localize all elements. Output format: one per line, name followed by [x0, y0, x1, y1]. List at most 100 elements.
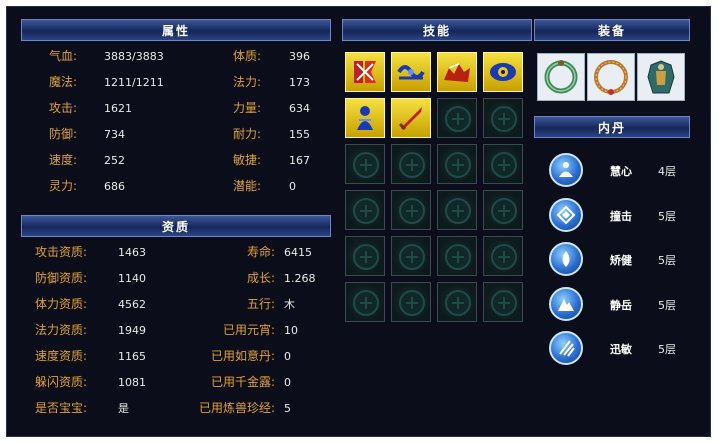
aptitude-label: 法力资质:	[35, 323, 88, 337]
aptitude-value-left: 1140	[118, 270, 146, 287]
attr-value: 3883/3883	[104, 50, 164, 63]
attr-value-right: 155	[289, 126, 310, 143]
attr-row-right: 敏捷:	[233, 152, 261, 168]
aptitude-label: 已用元宵:	[222, 323, 275, 337]
attr-value: 634	[289, 102, 310, 115]
attr-row-right: 潜能:	[233, 178, 261, 194]
aptitude-value-left: 1081	[118, 374, 146, 391]
aptitude-value: 1140	[118, 272, 146, 285]
empty-skill-slot	[345, 282, 385, 322]
inner-dan-level: 5层	[658, 343, 676, 356]
gold-necklace-icon[interactable]	[587, 53, 635, 101]
empty-skill-slot	[345, 144, 385, 184]
inner-dan-header: 内丹	[534, 116, 690, 138]
mountain-icon[interactable]	[549, 286, 583, 321]
aptitude-value: 4562	[118, 298, 146, 311]
aptitude-value-right: 1.268	[284, 270, 316, 287]
attr-value-right: 173	[289, 74, 310, 91]
aptitude-value: 6415	[284, 246, 312, 259]
attr-value: 396	[289, 50, 310, 63]
aptitude-label-left: 防御资质:	[35, 270, 87, 286]
attr-value: 686	[104, 180, 125, 193]
aptitude-label-right: 已用炼兽珍经:	[199, 400, 275, 416]
attr-label: 速度:	[49, 153, 78, 167]
meditation-icon[interactable]	[549, 153, 583, 187]
attr-row-left: 攻击:	[49, 100, 77, 116]
attr-label: 敏捷:	[233, 153, 262, 167]
aptitude-label-right: 五行:	[247, 296, 275, 312]
red-beast-skill-icon[interactable]	[437, 52, 477, 92]
swift-claw-icon[interactable]	[549, 331, 583, 365]
aptitude-label: 寿命:	[246, 245, 275, 259]
skills-header: 技能	[342, 19, 532, 41]
attr-label: 灵力:	[49, 179, 78, 193]
armor-icon[interactable]	[637, 53, 685, 101]
empty-skill-slot	[391, 190, 431, 230]
attr-value-left: 1621	[104, 100, 132, 117]
aptitude-label-right: 已用千金露:	[211, 374, 275, 390]
red-sword-skill-icon[interactable]	[391, 98, 431, 138]
empty-skill-slot	[483, 190, 523, 230]
inner-dan-name: 撞击	[610, 209, 632, 223]
jade-ring-icon[interactable]	[537, 53, 585, 101]
aptitude-label-right: 已用如意丹:	[211, 348, 275, 364]
aptitude-value: 1081	[118, 376, 146, 389]
blue-chain-skill-icon[interactable]	[391, 52, 431, 92]
inner-dan-level: 5层	[658, 298, 676, 312]
aptitude-label-left: 躲闪资质:	[35, 374, 87, 390]
aptitude-value: 1165	[118, 350, 146, 363]
aptitude-label-left: 法力资质:	[35, 322, 87, 338]
blue-eye-skill-icon[interactable]	[483, 52, 523, 92]
aptitude-value-right: 0	[284, 348, 291, 365]
attr-value-right: 396	[289, 48, 310, 65]
attr-row-left: 魔法:	[49, 74, 77, 90]
aptitude-label-right: 已用元宵:	[223, 322, 275, 338]
aptitude-value: 是	[118, 402, 129, 415]
aptitude-label: 攻击资质:	[35, 245, 88, 259]
aptitude-label: 体力资质:	[35, 297, 88, 311]
empty-skill-slot	[437, 236, 477, 276]
aptitude-label-right: 成长:	[247, 270, 275, 286]
attr-value: 167	[289, 154, 310, 167]
attr-value: 173	[289, 76, 310, 89]
aptitude-label: 速度资质:	[35, 349, 88, 363]
impact-icon[interactable]	[549, 197, 583, 232]
attr-value: 155	[289, 128, 310, 141]
attr-value: 734	[104, 128, 125, 141]
attr-row-left: 防御:	[49, 126, 77, 142]
aptitude-label-left: 是否宝宝:	[35, 400, 87, 416]
pet-info-panel: 属性 气血: 3883/3883 魔法: 1211/1211 攻击: 1621 …	[6, 6, 711, 437]
inner-dan-level: 5层	[658, 254, 676, 267]
attr-value-left: 252	[104, 152, 125, 169]
aptitude-value: 0	[284, 350, 291, 363]
empty-skill-slot	[391, 282, 431, 322]
red-rune-skill-icon[interactable]	[345, 52, 385, 92]
water-drop-icon[interactable]	[549, 242, 583, 276]
aptitude-label-right: 寿命:	[247, 244, 275, 260]
attr-row-left: 气血:	[49, 48, 77, 64]
empty-skill-slot	[391, 144, 431, 184]
attr-value: 252	[104, 154, 125, 167]
aptitude-label-left: 攻击资质:	[35, 244, 87, 260]
aptitude-value-left: 1463	[118, 244, 146, 261]
attr-label: 法力:	[233, 75, 262, 89]
attr-label: 体质:	[233, 49, 262, 63]
aptitude-value-left: 是	[118, 400, 129, 417]
empty-skill-slot	[437, 190, 477, 230]
empty-skill-slot	[437, 282, 477, 322]
aptitude-value: 10	[284, 324, 298, 337]
aptitude-label: 是否宝宝:	[35, 401, 88, 415]
aptitude-value-right: 10	[284, 322, 298, 339]
attr-value-right: 634	[289, 100, 310, 117]
empty-skill-slot	[391, 236, 431, 276]
aptitude-value: 木	[284, 298, 295, 311]
aptitude-value-right: 5	[284, 400, 291, 417]
aptitude-value-right: 6415	[284, 244, 312, 261]
empty-skill-slot	[345, 236, 385, 276]
blue-figure-skill-icon[interactable]	[345, 98, 385, 138]
empty-skill-slot	[483, 144, 523, 184]
empty-skill-slot	[483, 282, 523, 322]
aptitude-value: 0	[284, 376, 291, 389]
inner-dan-name: 静岳	[610, 298, 632, 312]
aptitude-label-left: 速度资质:	[35, 348, 87, 364]
